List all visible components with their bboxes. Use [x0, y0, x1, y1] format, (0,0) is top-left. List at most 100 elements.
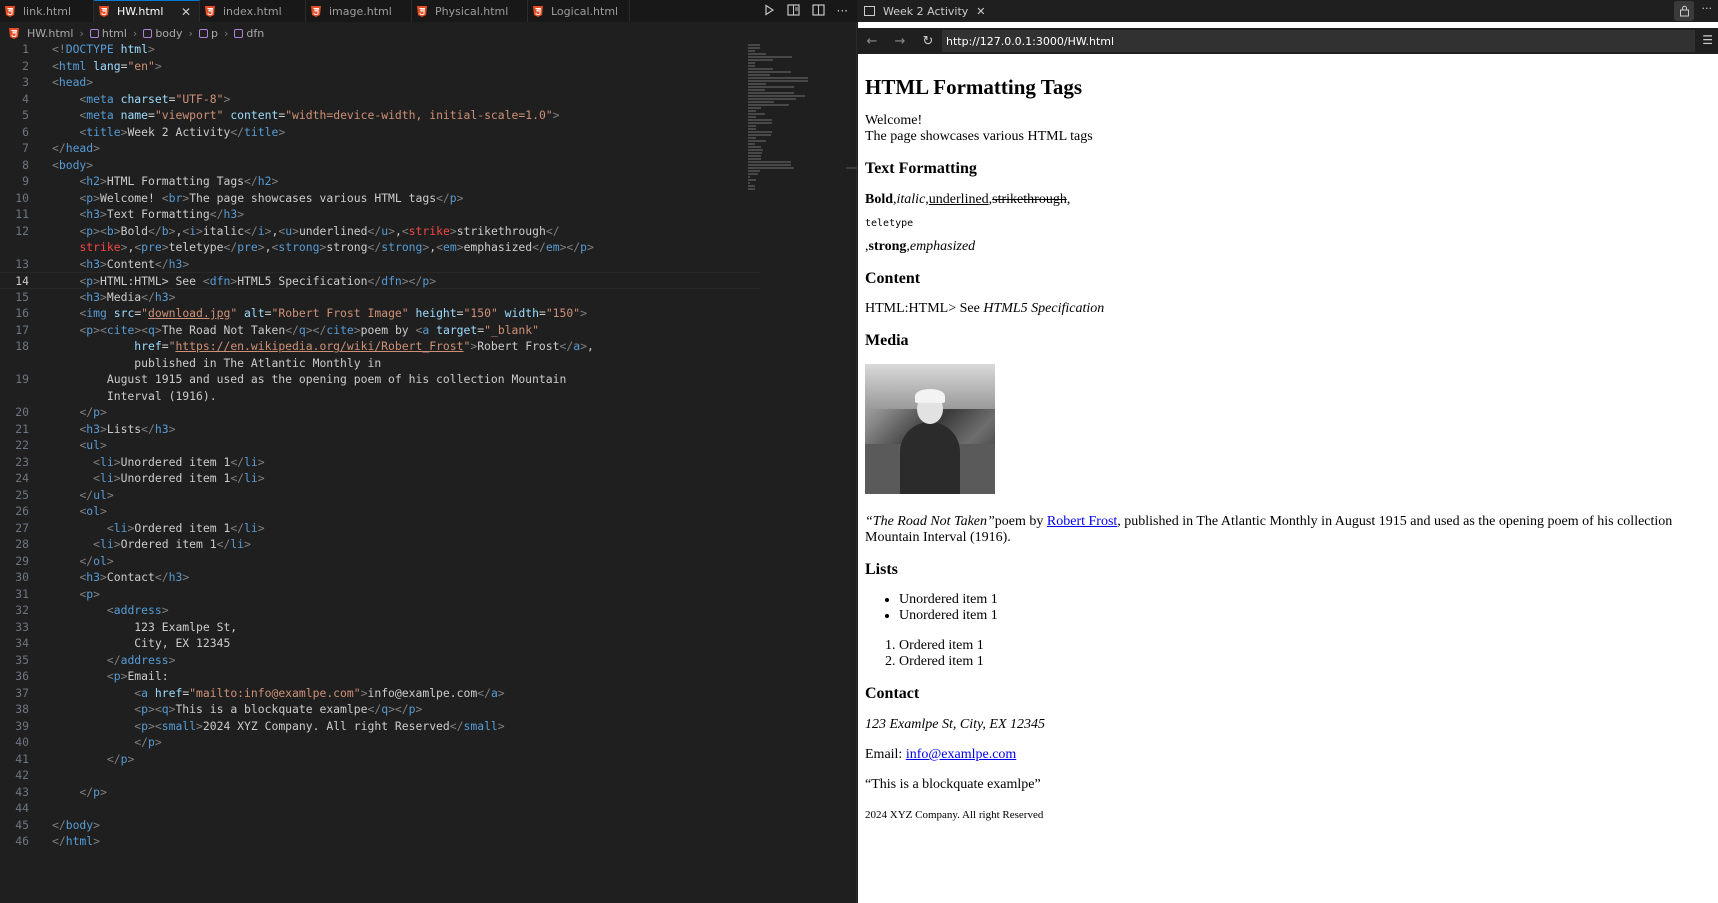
code-line[interactable]: 9 <h2>HTML Formatting Tags</h2>	[0, 173, 760, 190]
code-line[interactable]: 29 </ol>	[0, 553, 760, 570]
code-line[interactable]: 25 </ul>	[0, 487, 760, 504]
code-line[interactable]: 26 <ol>	[0, 503, 760, 520]
code-line[interactable]: published in The Atlantic Monthly in	[0, 355, 760, 372]
code-text: <p><b>Bold</b>,<i>italic</i>,<u>underlin…	[79, 223, 560, 238]
reload-icon[interactable]: ↻	[914, 34, 942, 49]
tab-physical-html[interactable]: Physical.html	[412, 0, 528, 22]
code-line[interactable]: 28 <li>Ordered item 1</li>	[0, 536, 760, 553]
code-line[interactable]: 17 <p><cite><q>The Road Not Taken</q></c…	[0, 322, 760, 339]
forward-arrow-icon[interactable]: →	[886, 34, 914, 49]
code-line[interactable]: 5 <meta name="viewport" content="width=d…	[0, 107, 760, 124]
browser-tab[interactable]: Week 2 Activity ✕	[864, 0, 986, 22]
code-line[interactable]: 37 <a href="mailto:info@examlpe.com">inf…	[0, 685, 760, 702]
code-line[interactable]: 12 <p><b>Bold</b>,<i>italic</i>,<u>under…	[0, 223, 760, 240]
tab-hw-html[interactable]: HW.html ✕	[94, 0, 200, 22]
code-line[interactable]: 3 <head>	[0, 74, 760, 91]
scrollbar[interactable]	[846, 167, 857, 169]
html5-icon	[532, 5, 543, 17]
code-line[interactable]: 38 <p><q>This is a blockquate examlpe</q…	[0, 701, 760, 718]
code-line[interactable]: 31 <p>	[0, 586, 760, 603]
breadcrumb-file[interactable]: HW.html	[27, 27, 73, 40]
code-line[interactable]: 20 </p>	[0, 404, 760, 421]
open-preview-icon[interactable]	[786, 3, 800, 19]
chevron-right-icon: ›	[132, 26, 138, 40]
code-line[interactable]: 46 </html>	[0, 833, 760, 850]
breadcrumb-body[interactable]: body	[143, 27, 183, 40]
code-line[interactable]: 11 <h3>Text Formatting</h3>	[0, 206, 760, 223]
code-line[interactable]: 32 <address>	[0, 602, 760, 619]
strong-text: strong	[868, 238, 907, 254]
code-line[interactable]: strike>,<pre>teletype</pre>,<strong>stro…	[0, 239, 760, 256]
code-line[interactable]: 24 <li>Unordered item 1</li>	[0, 470, 760, 487]
code-line[interactable]: 8 <body>	[0, 157, 760, 174]
code-line[interactable]: 23 <li>Unordered item 1</li>	[0, 454, 760, 471]
unordered-list: Unordered item 1 Unordered item 1	[865, 592, 1711, 624]
robert-frost-link[interactable]: Robert Frost	[1047, 514, 1117, 529]
back-arrow-icon[interactable]: ←	[858, 34, 886, 49]
code-area[interactable]: 1 <!DOCTYPE html> 2 <html lang="en"> 3 <head>…	[0, 41, 760, 850]
close-icon[interactable]: ✕	[181, 5, 191, 19]
code-line[interactable]: 10 <p>Welcome! <br>The page showcases va…	[0, 190, 760, 207]
email-paragraph: Email: info@examlpe.com	[865, 747, 1711, 763]
code-line[interactable]: 43 </p>	[0, 784, 760, 801]
code-line[interactable]: 22 <ul>	[0, 437, 760, 454]
code-line[interactable]: Interval (1916).	[0, 388, 760, 405]
minimap-line	[748, 47, 761, 49]
code-line[interactable]: 2 <html lang="en">	[0, 58, 760, 75]
line-number: 46	[15, 834, 29, 848]
code-text: <h3>Media</h3>	[79, 289, 176, 304]
tab-link-html[interactable]: link.html	[0, 0, 94, 22]
code-line[interactable]: 36 <p>Email:	[0, 668, 760, 685]
code-line[interactable]: 39 <p><small>2024 XYZ Company. All right…	[0, 718, 760, 735]
email-link[interactable]: info@examlpe.com	[906, 747, 1016, 762]
html5-icon	[8, 27, 19, 39]
split-editor-icon[interactable]	[811, 3, 825, 19]
code-text: <li>Ordered item 1</li>	[93, 537, 251, 551]
code-line[interactable]: 15 <h3>Media</h3>	[0, 289, 760, 306]
code-line[interactable]: 21 <h3>Lists</h3>	[0, 421, 760, 438]
welcome-text: Welcome!	[865, 113, 923, 129]
url-input[interactable]: http://127.0.0.1:3000/HW.html	[942, 30, 1695, 52]
code-line[interactable]: 18 href="https://en.wikipedia.org/wiki/R…	[0, 338, 760, 355]
code-line[interactable]: 7 </head>	[0, 140, 760, 157]
code-line[interactable]: 34 City, EX 12345	[0, 635, 760, 652]
formatting-paragraph: Bold,italic,underlined,strikethrough,	[865, 191, 1071, 207]
html5-icon	[98, 6, 109, 17]
code-line[interactable]: 40 </p>	[0, 734, 760, 751]
tab-label: HW.html	[117, 5, 164, 18]
more-icon[interactable]: ···	[837, 4, 848, 18]
tab-image-html[interactable]: image.html	[306, 0, 412, 22]
code-line[interactable]: 4 <meta charset="UTF-8">	[0, 91, 760, 108]
code-text: </p>	[106, 751, 135, 766]
code-line[interactable]: 42	[0, 767, 760, 784]
code-line[interactable]: 13 <h3>Content</h3>	[0, 256, 760, 273]
code-line[interactable]: 16 <img src="download.jpg" alt="Robert F…	[0, 305, 760, 322]
menu-icon[interactable]: ☰	[1702, 33, 1713, 47]
tab-logical-html[interactable]: Logical.html	[528, 0, 630, 22]
tab-index-html[interactable]: index.html	[200, 0, 306, 22]
code-line[interactable]: 33 123 Examlpe St,	[0, 619, 760, 636]
more-icon[interactable]: ···	[1702, 2, 1713, 15]
breadcrumb-html[interactable]: html	[89, 27, 127, 40]
code-line[interactable]: 27 <li>Ordered item 1</li>	[0, 520, 760, 537]
code-line[interactable]: 30 <h3>Contact</h3>	[0, 569, 760, 586]
code-line[interactable]: 45 </body>	[0, 817, 760, 834]
ordered-list: Ordered item 1 Ordered item 1	[865, 638, 1711, 670]
run-icon[interactable]	[763, 3, 775, 19]
minimap[interactable]	[748, 44, 808, 190]
code-line[interactable]: 14 <p>HTML:HTML> See <dfn>HTML5 Specific…	[0, 272, 760, 289]
breadcrumb-dfn[interactable]: dfn	[234, 27, 264, 40]
code-line[interactable]: 6 <title>Week 2 Activity</title>	[0, 124, 760, 141]
content-prefix: HTML:HTML> See	[865, 301, 984, 317]
code-line[interactable]: 41 </p>	[0, 751, 760, 768]
minimap-line	[748, 179, 756, 181]
code-line[interactable]: 35 </address>	[0, 652, 760, 669]
lock-icon[interactable]	[1674, 1, 1694, 21]
breadcrumb-p[interactable]: p	[198, 27, 218, 40]
code-line[interactable]: 1 <!DOCTYPE html>	[0, 41, 760, 58]
code-line[interactable]: 44	[0, 800, 760, 817]
minimap-line	[748, 182, 750, 184]
strike-text: strikethrough	[992, 191, 1067, 207]
code-line[interactable]: 19 August 1915 and used as the opening p…	[0, 371, 760, 388]
close-icon[interactable]: ✕	[976, 5, 985, 18]
